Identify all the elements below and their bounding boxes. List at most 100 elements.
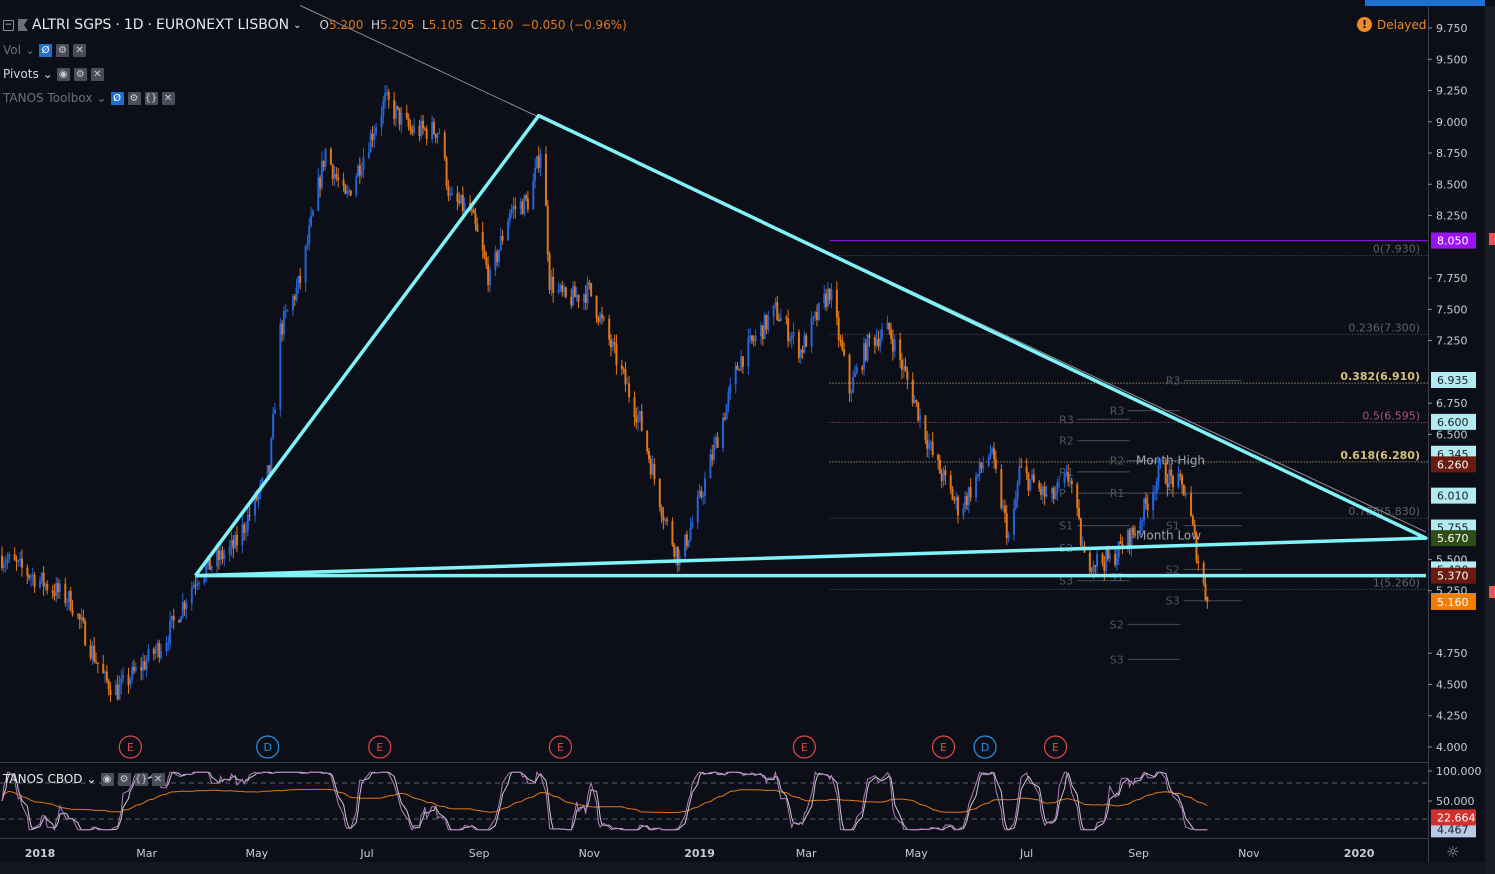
candle-body	[93, 645, 96, 662]
close-icon[interactable]: ✕	[161, 91, 175, 105]
candle-body	[66, 602, 69, 604]
candle-body	[198, 582, 201, 584]
candle-body	[320, 160, 323, 188]
chevron-down-icon[interactable]: ⌄	[43, 67, 53, 81]
candle-body	[729, 384, 732, 393]
candle-body	[700, 490, 703, 497]
candle-body	[319, 177, 322, 188]
candle-body	[463, 202, 466, 212]
event-marker-label: E	[376, 741, 383, 754]
candle-body	[563, 287, 566, 292]
candle-body	[310, 215, 313, 226]
candle-body	[1056, 482, 1059, 493]
candle-body	[107, 680, 110, 690]
candle-body	[689, 527, 692, 541]
chevron-down-icon[interactable]: ⌄	[25, 43, 35, 57]
candle-body	[329, 149, 332, 165]
collapse-icon[interactable]: −	[3, 19, 14, 31]
symbol-name[interactable]: ALTRI SGPS	[32, 17, 111, 33]
candle-body	[514, 205, 517, 209]
price-axis-label: 5.670	[1437, 532, 1469, 545]
source-code-icon[interactable]: {}	[134, 772, 148, 786]
close-icon[interactable]: ✕	[90, 67, 104, 81]
indicator-name[interactable]: TANOS Toolbox	[3, 91, 92, 105]
candle-body	[508, 213, 511, 222]
candle-body	[17, 560, 20, 562]
eye-icon[interactable]: ◉	[56, 67, 70, 81]
candle-body	[512, 205, 515, 210]
interval[interactable]: 1D	[124, 17, 144, 33]
candle-body	[561, 285, 564, 292]
candle-body	[993, 448, 996, 460]
indicator-name[interactable]: Pivots	[3, 67, 39, 81]
candle-body	[1, 555, 4, 569]
candle-body	[666, 519, 669, 522]
candle-body	[673, 544, 676, 557]
chart-settings-gear-icon[interactable]: ☼	[1446, 843, 1459, 861]
open-label: O	[319, 18, 329, 32]
candle-body	[413, 125, 416, 134]
candle-body	[801, 349, 804, 353]
candle-body	[481, 231, 484, 251]
price-tick-label: 6.500	[1436, 428, 1468, 441]
candle-body	[405, 112, 408, 119]
gear-icon[interactable]: ⚙	[117, 772, 131, 786]
delayed-badge[interactable]: ! Delayed	[1357, 17, 1426, 32]
candle-body	[987, 456, 990, 467]
candle-body	[1117, 541, 1120, 558]
bottom-strip	[0, 862, 1485, 874]
close-label: C	[470, 18, 480, 32]
candle-body	[653, 463, 656, 480]
chart-canvas[interactable]: 0(7.930) 0.236(7.300) 0.382(6.910) 0.5(6.59…	[0, 0, 1495, 874]
candle-body	[308, 225, 311, 244]
gear-icon[interactable]: ⚙	[127, 91, 141, 105]
candle-body	[243, 524, 246, 533]
candle-body	[501, 236, 504, 241]
close-icon[interactable]: ✕	[151, 772, 165, 786]
event-marker-label: E	[801, 741, 808, 754]
candle-body	[203, 577, 206, 583]
candle-body	[615, 344, 618, 366]
candle-body	[1181, 475, 1184, 485]
candle-body	[635, 416, 638, 423]
candle-body	[494, 251, 497, 270]
gear-icon[interactable]: ⚙	[73, 67, 87, 81]
oscillator-name[interactable]: TANOS CBOD	[3, 772, 83, 786]
chevron-down-icon[interactable]: ⌄	[87, 772, 97, 786]
chevron-down-icon[interactable]: ⌄	[293, 20, 301, 31]
candle-body	[830, 289, 833, 300]
flag-icon[interactable]	[18, 19, 28, 31]
indicator-name[interactable]: Vol	[3, 43, 21, 57]
price-tick-label: 8.250	[1436, 210, 1468, 223]
hidden-eye-icon[interactable]: Ø	[39, 43, 53, 57]
candle-body	[244, 530, 247, 533]
chevron-down-icon[interactable]: ⌄	[96, 91, 106, 105]
candle-body	[384, 93, 387, 102]
candle-body	[409, 126, 412, 130]
close-icon[interactable]: ✕	[73, 43, 87, 57]
candle-body	[1029, 479, 1032, 491]
candle-body	[1190, 493, 1193, 517]
candle-body	[425, 128, 428, 140]
time-tick-label: Nov	[579, 847, 601, 860]
candle-body	[450, 193, 453, 195]
pivot-label: S1	[1059, 520, 1073, 533]
candle-body	[120, 678, 123, 685]
hidden-eye-icon[interactable]: Ø	[110, 91, 124, 105]
source-code-icon[interactable]: {}	[144, 91, 158, 105]
candle-body	[855, 367, 858, 374]
candle-body	[71, 610, 74, 615]
eye-icon[interactable]: ◉	[100, 772, 114, 786]
candle-body	[284, 310, 287, 312]
candle-body	[611, 342, 614, 348]
candle-body	[445, 157, 448, 186]
oscillator-signal-line	[1, 788, 1208, 813]
candle-body	[1184, 493, 1187, 496]
candle-body	[788, 338, 791, 342]
candle-body	[899, 339, 902, 360]
gear-icon[interactable]: ⚙	[56, 43, 70, 57]
candle-body	[991, 448, 994, 453]
candle-body	[232, 539, 235, 549]
candle-body	[165, 643, 168, 652]
candle-body	[28, 575, 31, 578]
